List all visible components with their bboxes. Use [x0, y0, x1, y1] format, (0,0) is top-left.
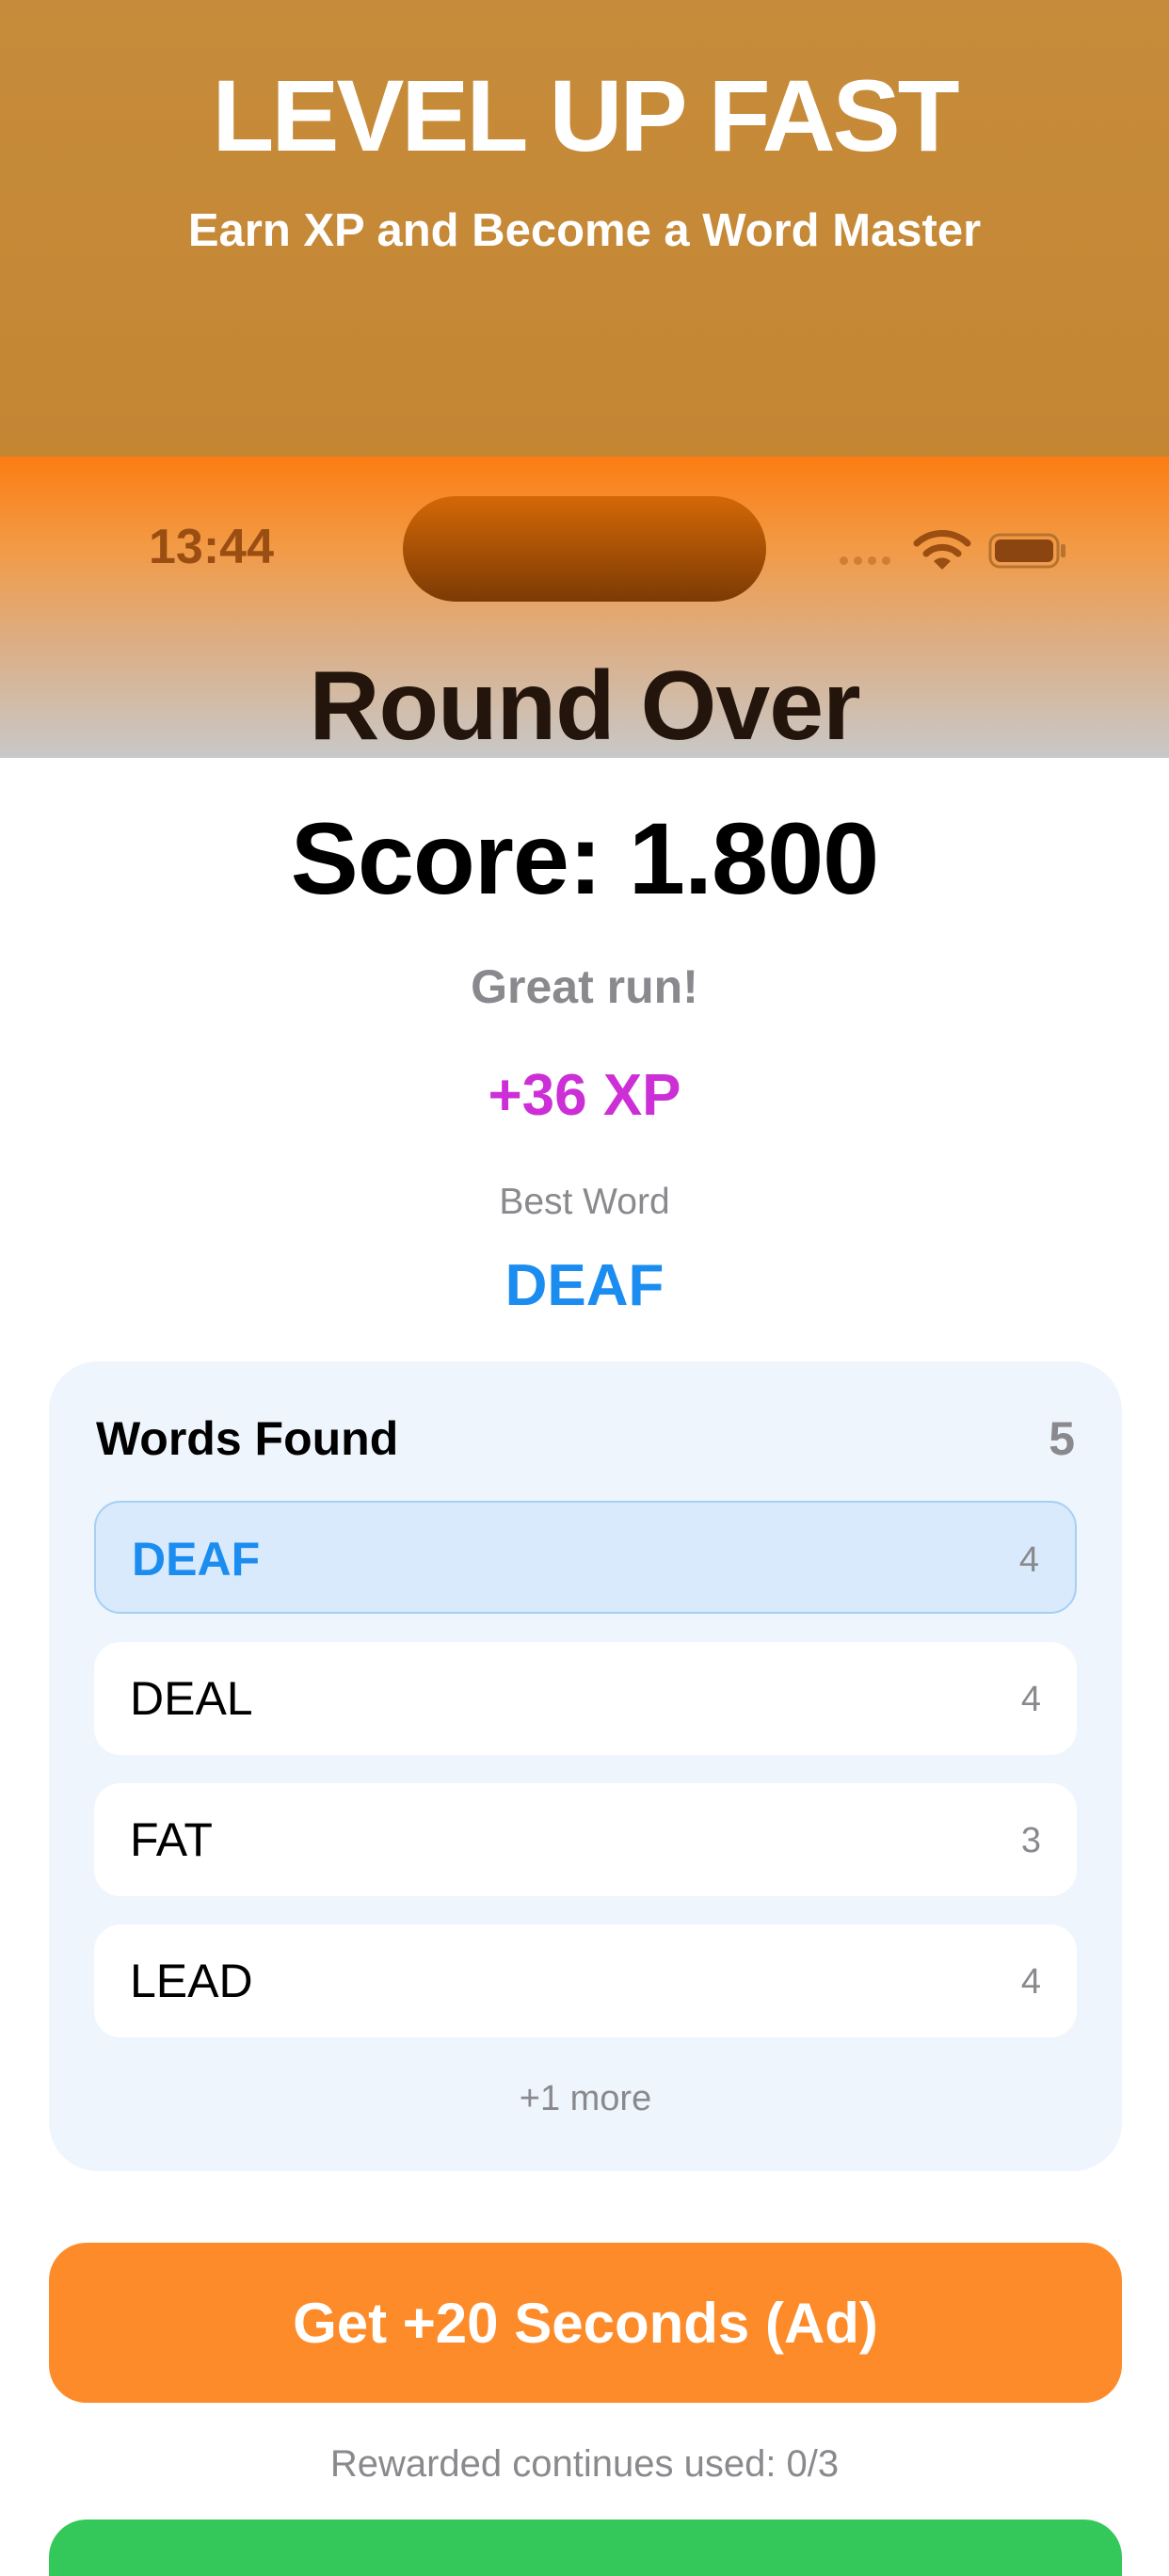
xp-earned: +36 XP — [488, 1063, 681, 1128]
rewarded-continues-note: Rewarded continues used: 0/3 — [329, 2443, 840, 2485]
words-found-count: 5 — [1049, 1412, 1075, 1465]
status-time: 13:44 — [149, 520, 274, 574]
word-row-best: DEAF 4 — [94, 1501, 1077, 1614]
score-value: Score: 1.800 — [290, 801, 879, 915]
word-row: DEAL 4 — [94, 1642, 1077, 1755]
word-row: FAT 3 — [94, 1783, 1077, 1896]
best-word-label: Best Word — [499, 1182, 670, 1222]
promo-title: LEVEL UP FAST — [212, 58, 959, 172]
word-length: 4 — [1020, 1680, 1041, 1719]
promo-subtitle: Earn XP and Become a Word Master — [187, 205, 982, 256]
feedback-text: Great run! — [471, 960, 698, 1013]
word-length: 4 — [1018, 1540, 1039, 1580]
battery-icon — [988, 533, 1065, 569]
signal-dots-icon — [840, 556, 900, 568]
word-text: FAT — [130, 1813, 213, 1866]
word-row: LEAD 4 — [94, 1924, 1077, 2037]
device-header: 13:44 Round Over — [0, 457, 1169, 758]
get-extra-seconds-ad-button[interactable]: Get +20 Seconds (Ad) — [49, 2243, 1122, 2403]
words-found-card: Words Found 5 DEAF 4 DEAL 4 FAT 3 LEAD 4… — [49, 1361, 1122, 2171]
word-text: DEAL — [130, 1672, 253, 1725]
next-button[interactable] — [49, 2520, 1122, 2576]
words-found-header: Words Found — [96, 1412, 399, 1465]
promo-banner: LEVEL UP FAST Earn XP and Become a Word … — [0, 0, 1169, 457]
dynamic-island — [403, 496, 766, 602]
word-length: 3 — [1020, 1821, 1041, 1860]
round-over-title: Round Over — [309, 652, 860, 758]
best-word-value: DEAF — [504, 1253, 665, 1318]
word-length: 4 — [1020, 1962, 1041, 2002]
word-text: DEAF — [132, 1533, 261, 1586]
word-text: LEAD — [130, 1955, 253, 2007]
more-words-link[interactable]: +1 more — [49, 2077, 1122, 2120]
wifi-icon — [913, 530, 971, 570]
